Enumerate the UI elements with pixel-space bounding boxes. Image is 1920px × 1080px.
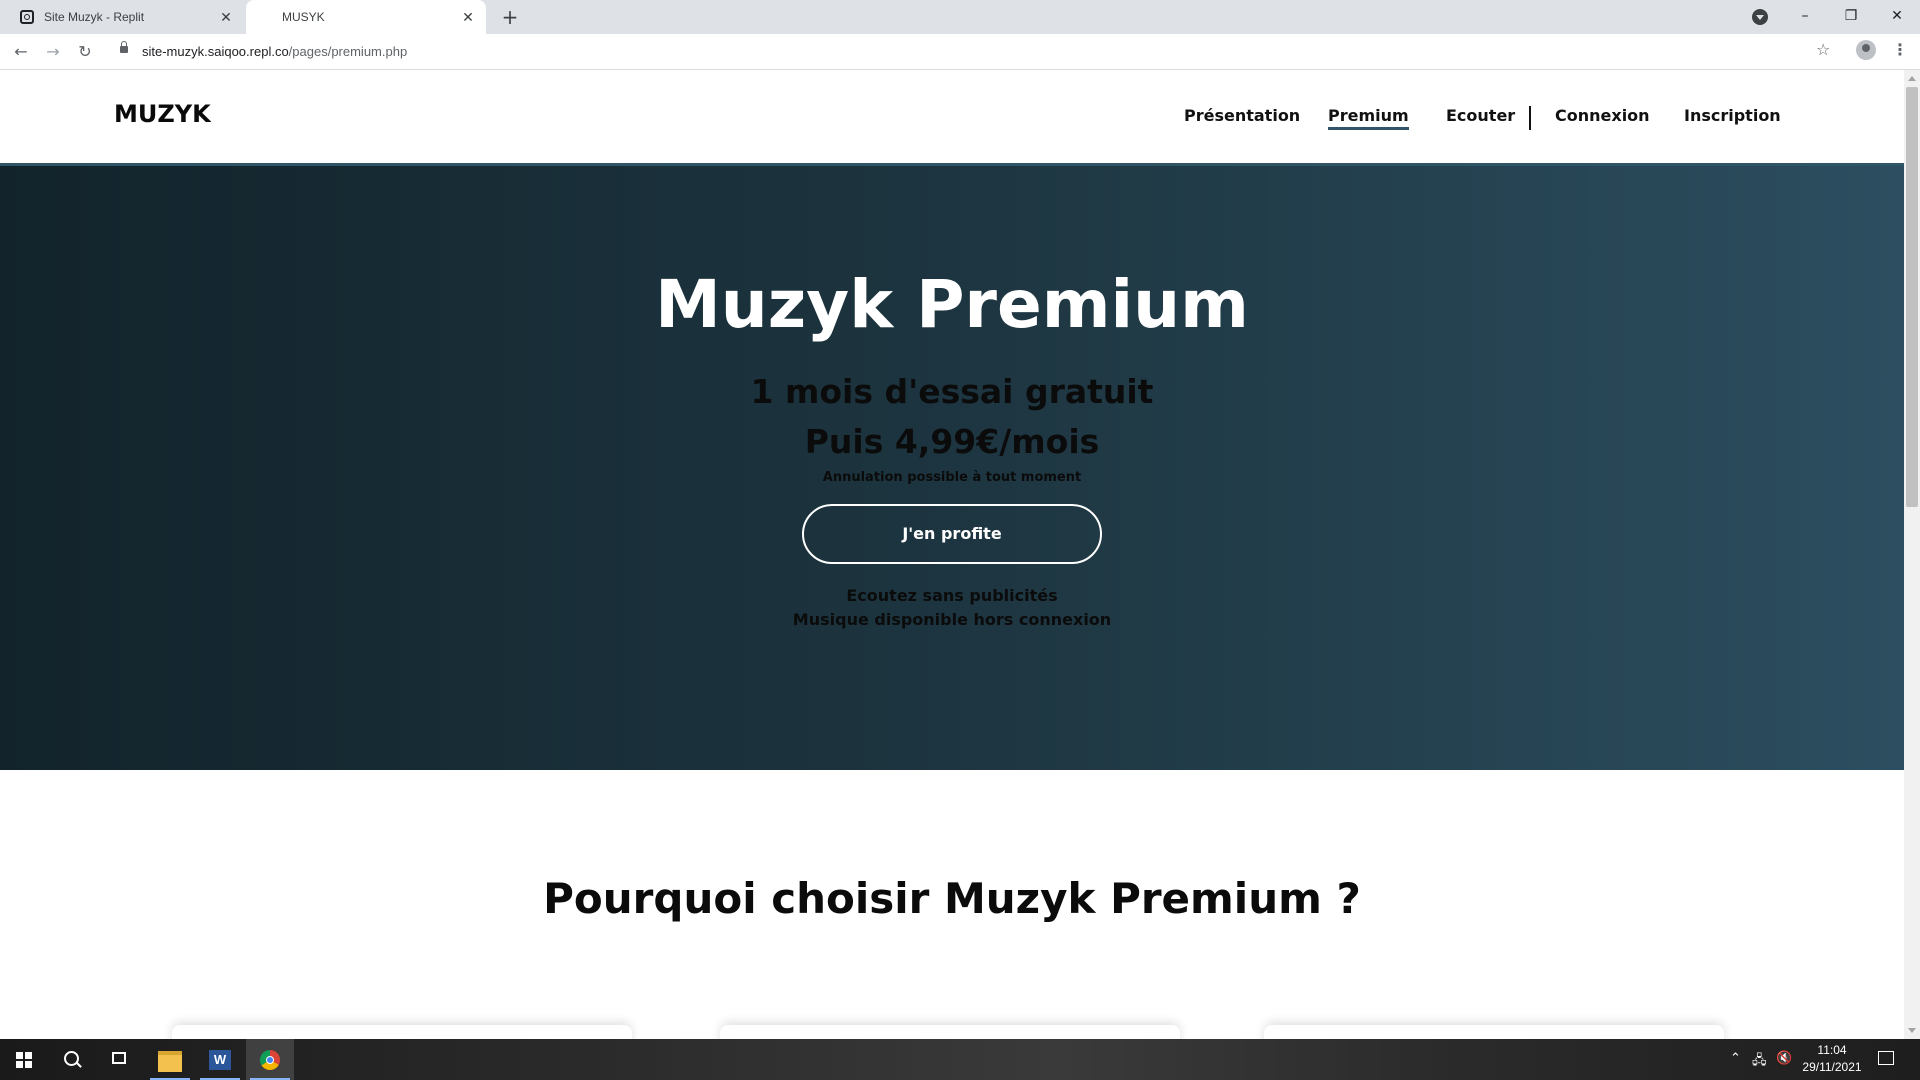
tab-title: Site Muzyk - Replit: [44, 10, 145, 24]
search-icon[interactable]: [48, 1039, 96, 1080]
benefit-card: [720, 1025, 1180, 1039]
windows-taskbar: W ⌃ 🖧 🔇 11:04 29/11/2021: [0, 1039, 1920, 1080]
close-tab-icon[interactable]: ✕: [456, 9, 480, 26]
tab-search-icon[interactable]: [1752, 9, 1768, 25]
subscribe-button[interactable]: J'en profite: [802, 504, 1102, 564]
reload-icon[interactable]: ↻: [73, 40, 97, 64]
nav-ecouter[interactable]: Ecouter: [1446, 106, 1515, 125]
star-icon[interactable]: ☆: [1816, 40, 1830, 59]
nav-premium[interactable]: Premium: [1328, 106, 1409, 130]
file-explorer-icon[interactable]: [146, 1039, 194, 1080]
nav-presentation[interactable]: Présentation: [1184, 106, 1300, 125]
feature-offline: Musique disponible hors connexion: [792, 610, 1112, 629]
close-window-button[interactable]: ✕: [1874, 0, 1920, 34]
site-logo[interactable]: MUZYK: [114, 100, 211, 128]
hero-title: Muzyk Premium: [655, 266, 1249, 343]
word-icon[interactable]: W: [196, 1039, 244, 1080]
page-scrollbar[interactable]: [1904, 70, 1920, 1039]
restore-button[interactable]: ❐: [1828, 0, 1874, 34]
windows-start-icon[interactable]: [0, 1039, 48, 1080]
tab-title: MUSYK: [282, 10, 325, 24]
price-offer: Puis 4,99€/mois: [804, 422, 1100, 461]
address-bar[interactable]: site-muzyk.saiqoo.repl.co/pages/premium.…: [110, 38, 1830, 66]
system-clock[interactable]: 11:04 29/11/2021: [1792, 1042, 1872, 1076]
cancel-note: Annulation possible à tout moment: [822, 470, 1082, 485]
trial-offer: 1 mois d'essai gratuit: [750, 372, 1154, 411]
lock-icon: [120, 41, 128, 53]
profile-icon[interactable]: [1856, 40, 1876, 60]
scroll-thumb[interactable]: [1906, 87, 1918, 507]
forward-arrow-icon[interactable]: →: [41, 40, 65, 64]
back-arrow-icon[interactable]: ←: [9, 40, 33, 64]
tab-replit[interactable]: Site Muzyk - Replit ✕: [8, 0, 244, 34]
why-premium-title: Pourquoi choisir Muzyk Premium ?: [543, 874, 1361, 923]
benefit-card: [172, 1025, 632, 1039]
tab-musyk[interactable]: MUSYK ✕: [246, 0, 486, 34]
clock-time: 11:04: [1817, 1043, 1847, 1057]
site-header: MUZYK Présentation Premium Ecouter Conne…: [0, 70, 1904, 166]
nav-divider: [1529, 106, 1531, 130]
menu-icon[interactable]: ⋮: [1892, 40, 1908, 59]
task-view-icon[interactable]: [96, 1039, 144, 1080]
notification-center-icon[interactable]: [1878, 1051, 1894, 1065]
volume-muted-icon[interactable]: 🔇: [1776, 1051, 1792, 1066]
minimize-button[interactable]: –: [1782, 0, 1828, 34]
browser-toolbar: ← → ↻ site-muzyk.saiqoo.repl.co/pages/pr…: [0, 34, 1920, 70]
scroll-up-icon[interactable]: [1908, 76, 1916, 81]
premium-hero: Muzyk Premium 1 mois d'essai gratuit Pui…: [0, 166, 1904, 770]
benefit-card: [1264, 1025, 1724, 1039]
show-hidden-icons-icon[interactable]: ⌃: [1730, 1051, 1741, 1066]
url-text[interactable]: site-muzyk.saiqoo.repl.co/pages/premium.…: [142, 44, 407, 59]
scroll-down-icon[interactable]: [1908, 1028, 1916, 1033]
nav-connexion[interactable]: Connexion: [1555, 106, 1650, 125]
replit-favicon-icon: [20, 10, 34, 24]
nav-inscription[interactable]: Inscription: [1684, 106, 1781, 125]
chrome-icon[interactable]: [246, 1039, 294, 1080]
url-host: site-muzyk.saiqoo.repl.co: [142, 44, 289, 59]
page-viewport: MUZYK Présentation Premium Ecouter Conne…: [0, 70, 1904, 1039]
browser-tab-strip: Site Muzyk - Replit ✕ MUSYK ✕ + – ❐ ✕: [0, 0, 1920, 34]
new-tab-button[interactable]: +: [498, 4, 522, 30]
network-icon[interactable]: 🖧: [1752, 1051, 1767, 1073]
close-tab-icon[interactable]: ✕: [214, 9, 238, 26]
url-path: /pages/premium.php: [288, 44, 408, 59]
clock-date: 29/11/2021: [1802, 1060, 1862, 1074]
feature-no-ads: Ecoutez sans publicités: [846, 586, 1058, 605]
